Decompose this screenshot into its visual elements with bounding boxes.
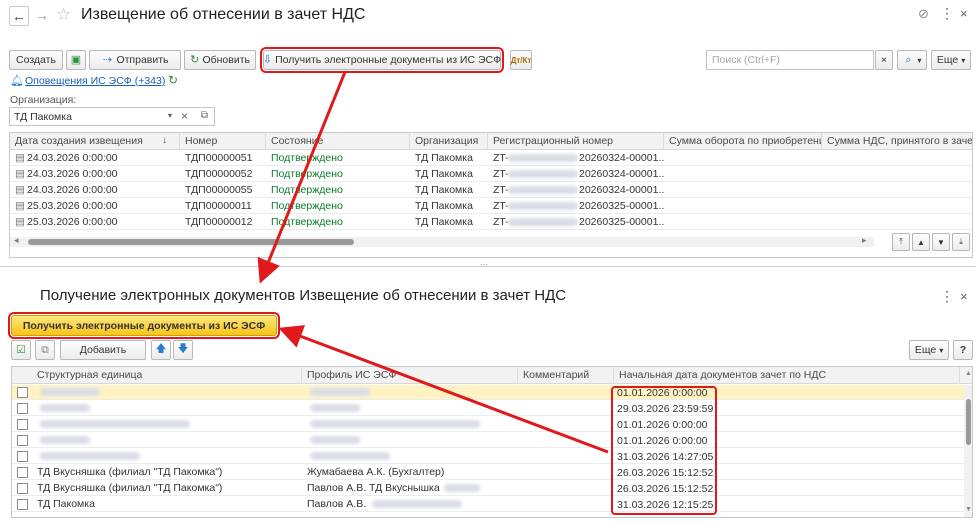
annotation-arrows	[257, 71, 609, 454]
arrow-to-primary-button	[278, 325, 609, 454]
arrow-to-bottom-form	[257, 71, 347, 284]
